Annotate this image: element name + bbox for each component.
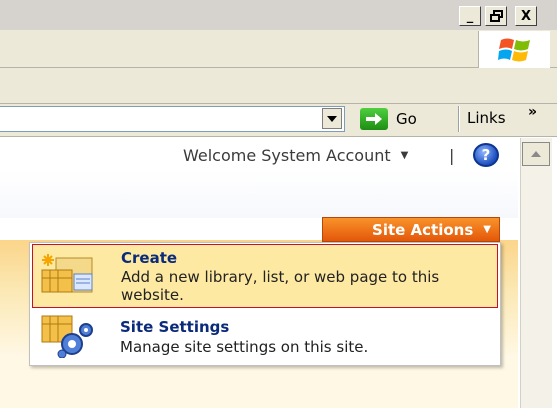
maximize-button[interactable] [485, 6, 507, 26]
menu-item-title: Create [121, 249, 178, 267]
go-arrow-icon [360, 108, 388, 130]
create-icon [41, 254, 93, 293]
chevron-up-icon [531, 151, 541, 157]
menu-bar [0, 30, 557, 68]
scroll-up-button[interactable] [522, 142, 550, 166]
vertical-scrollbar[interactable] [520, 138, 552, 408]
windows-logo-box [478, 31, 550, 68]
menu-item-description: Manage site settings on this site. [120, 338, 369, 356]
toolbar [0, 68, 557, 104]
address-dropdown-button[interactable] [322, 108, 342, 129]
go-button[interactable]: Go [360, 106, 440, 132]
help-symbol: ? [481, 146, 491, 164]
address-input[interactable] [0, 106, 345, 132]
header-band [0, 170, 518, 218]
menu-item-site-settings[interactable]: Site Settings Manage site settings on th… [32, 310, 498, 364]
site-actions-label: Site Actions [372, 220, 474, 239]
links-button[interactable]: Links [467, 109, 506, 127]
chevron-down-icon: ▼ [483, 224, 491, 235]
chevron-down-icon [327, 115, 337, 122]
menu-item-title: Site Settings [120, 318, 230, 336]
welcome-menu[interactable]: Welcome System Account ▼ [183, 146, 408, 165]
restore-icon [489, 10, 503, 22]
site-settings-icon [41, 315, 93, 358]
close-button[interactable]: X [515, 6, 537, 26]
minimize-button[interactable]: _ [459, 6, 481, 26]
menu-item-description: Add a new library, list, or web page to … [121, 268, 440, 304]
help-icon[interactable]: ? [473, 143, 499, 167]
welcome-text: Welcome System Account [183, 146, 391, 165]
menu-item-create[interactable]: Create Add a new library, list, or web p… [32, 244, 498, 308]
windows-logo-icon [497, 38, 530, 61]
links-chevron-icon[interactable]: » [528, 104, 537, 120]
close-icon: X [520, 8, 532, 24]
toolbar-separator [458, 106, 460, 132]
header-separator: | [449, 146, 455, 165]
go-label: Go [396, 110, 417, 128]
chevron-down-icon: ▼ [400, 150, 409, 161]
minimize-icon: _ [466, 8, 474, 24]
site-actions-button[interactable]: Site Actions ▼ [322, 217, 500, 242]
